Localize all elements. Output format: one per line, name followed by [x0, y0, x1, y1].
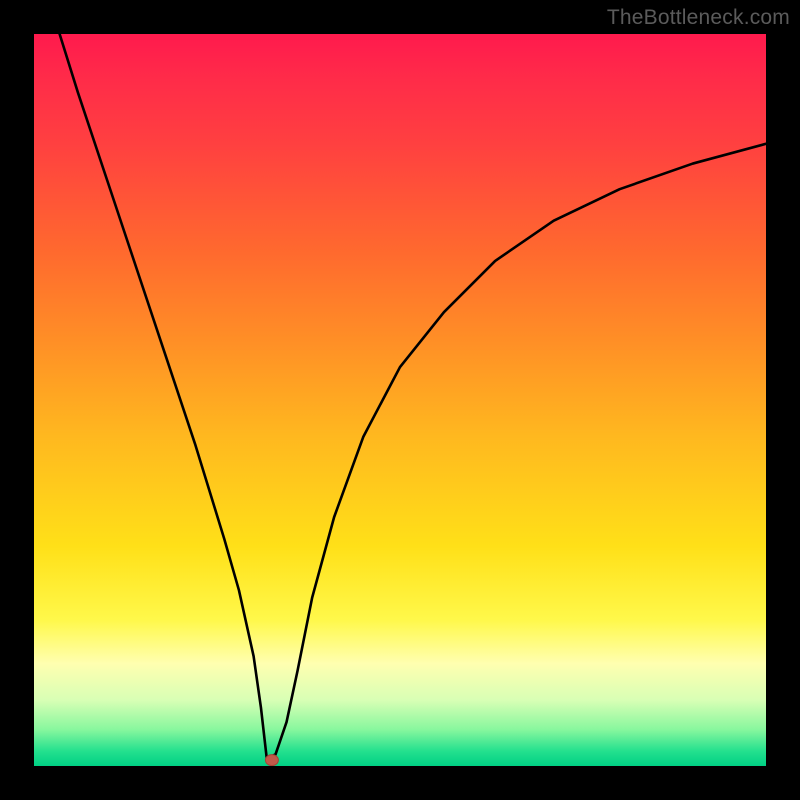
- bottleneck-curve: [60, 34, 766, 759]
- curve-svg: [34, 34, 766, 766]
- min-marker: [265, 755, 278, 766]
- chart-frame: TheBottleneck.com: [0, 0, 800, 800]
- watermark-text: TheBottleneck.com: [607, 6, 790, 30]
- plot-area: [34, 34, 766, 766]
